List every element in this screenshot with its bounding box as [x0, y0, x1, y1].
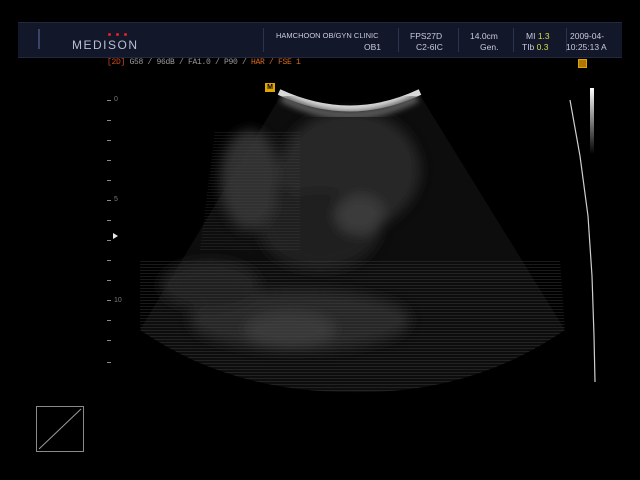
depth-label-10: 10 [114, 297, 122, 304]
depth-tick [107, 320, 111, 321]
ultrasound-image [140, 89, 565, 393]
probe-name: C2-6IC [416, 42, 443, 52]
tib-readout: TIb 0.3 [522, 42, 548, 52]
header-separator [263, 28, 264, 52]
date-value: 2009-04- [570, 31, 605, 41]
depth-tick [107, 200, 111, 201]
brand-logo: MEDISON [38, 27, 137, 55]
mode-value: Gen. [480, 42, 499, 52]
tgc-curve [569, 99, 596, 383]
mode-indicator: [2D] [107, 58, 126, 67]
mi-readout: MI 1.3 [526, 31, 550, 41]
gain-settings: G58 / 96dB / FA1.0 / P90 / [125, 58, 252, 67]
depth-tick [107, 340, 111, 341]
depth-tick [107, 260, 111, 261]
depth-value: 14.0cm [470, 31, 498, 41]
harmonic-settings: HAR / FSE 1 [251, 58, 301, 67]
depth-tick [107, 160, 111, 161]
brand-dots-icon [108, 33, 132, 37]
preset-name: OB1 [364, 42, 382, 52]
depth-tick [107, 220, 111, 221]
header-separator [513, 28, 514, 52]
depth-label-0: 0 [114, 96, 118, 103]
probe-marker: M [265, 83, 275, 92]
brand-divider [38, 29, 40, 49]
depth-tick [107, 100, 111, 101]
depth-tick [107, 120, 111, 121]
depth-tick [107, 140, 111, 141]
depth-tick [107, 300, 111, 301]
depth-tick [107, 240, 111, 241]
header-bar: MEDISON HAMCHOON OB/GYN CLINIC OB1 FPS27… [18, 22, 622, 58]
body-marker-icon[interactable] [36, 406, 84, 452]
header-separator [398, 28, 399, 52]
time-value: 10:25:13 A [566, 42, 607, 52]
clinic-name: HAMCHOON OB/GYN CLINIC [276, 31, 379, 40]
depth-tick [107, 180, 111, 181]
imaging-parameters: [2D] G58 / 96dB / FA1.0 / P90 / HAR / FS… [107, 58, 301, 67]
probe-orientation-icon [578, 59, 587, 68]
depth-label-5: 5 [114, 196, 118, 203]
mi-label: MI [526, 31, 536, 41]
header-separator [458, 28, 459, 52]
tib-value: 0.3 [536, 42, 549, 52]
depth-tick [107, 280, 111, 281]
depth-tick [107, 362, 111, 363]
focus-arrow-icon[interactable] [113, 233, 118, 239]
brand-name: MEDISON [72, 38, 139, 52]
fps-value: FPS27D [410, 31, 443, 41]
mi-value: 1.3 [537, 31, 550, 41]
tib-label: TIb [522, 42, 535, 52]
